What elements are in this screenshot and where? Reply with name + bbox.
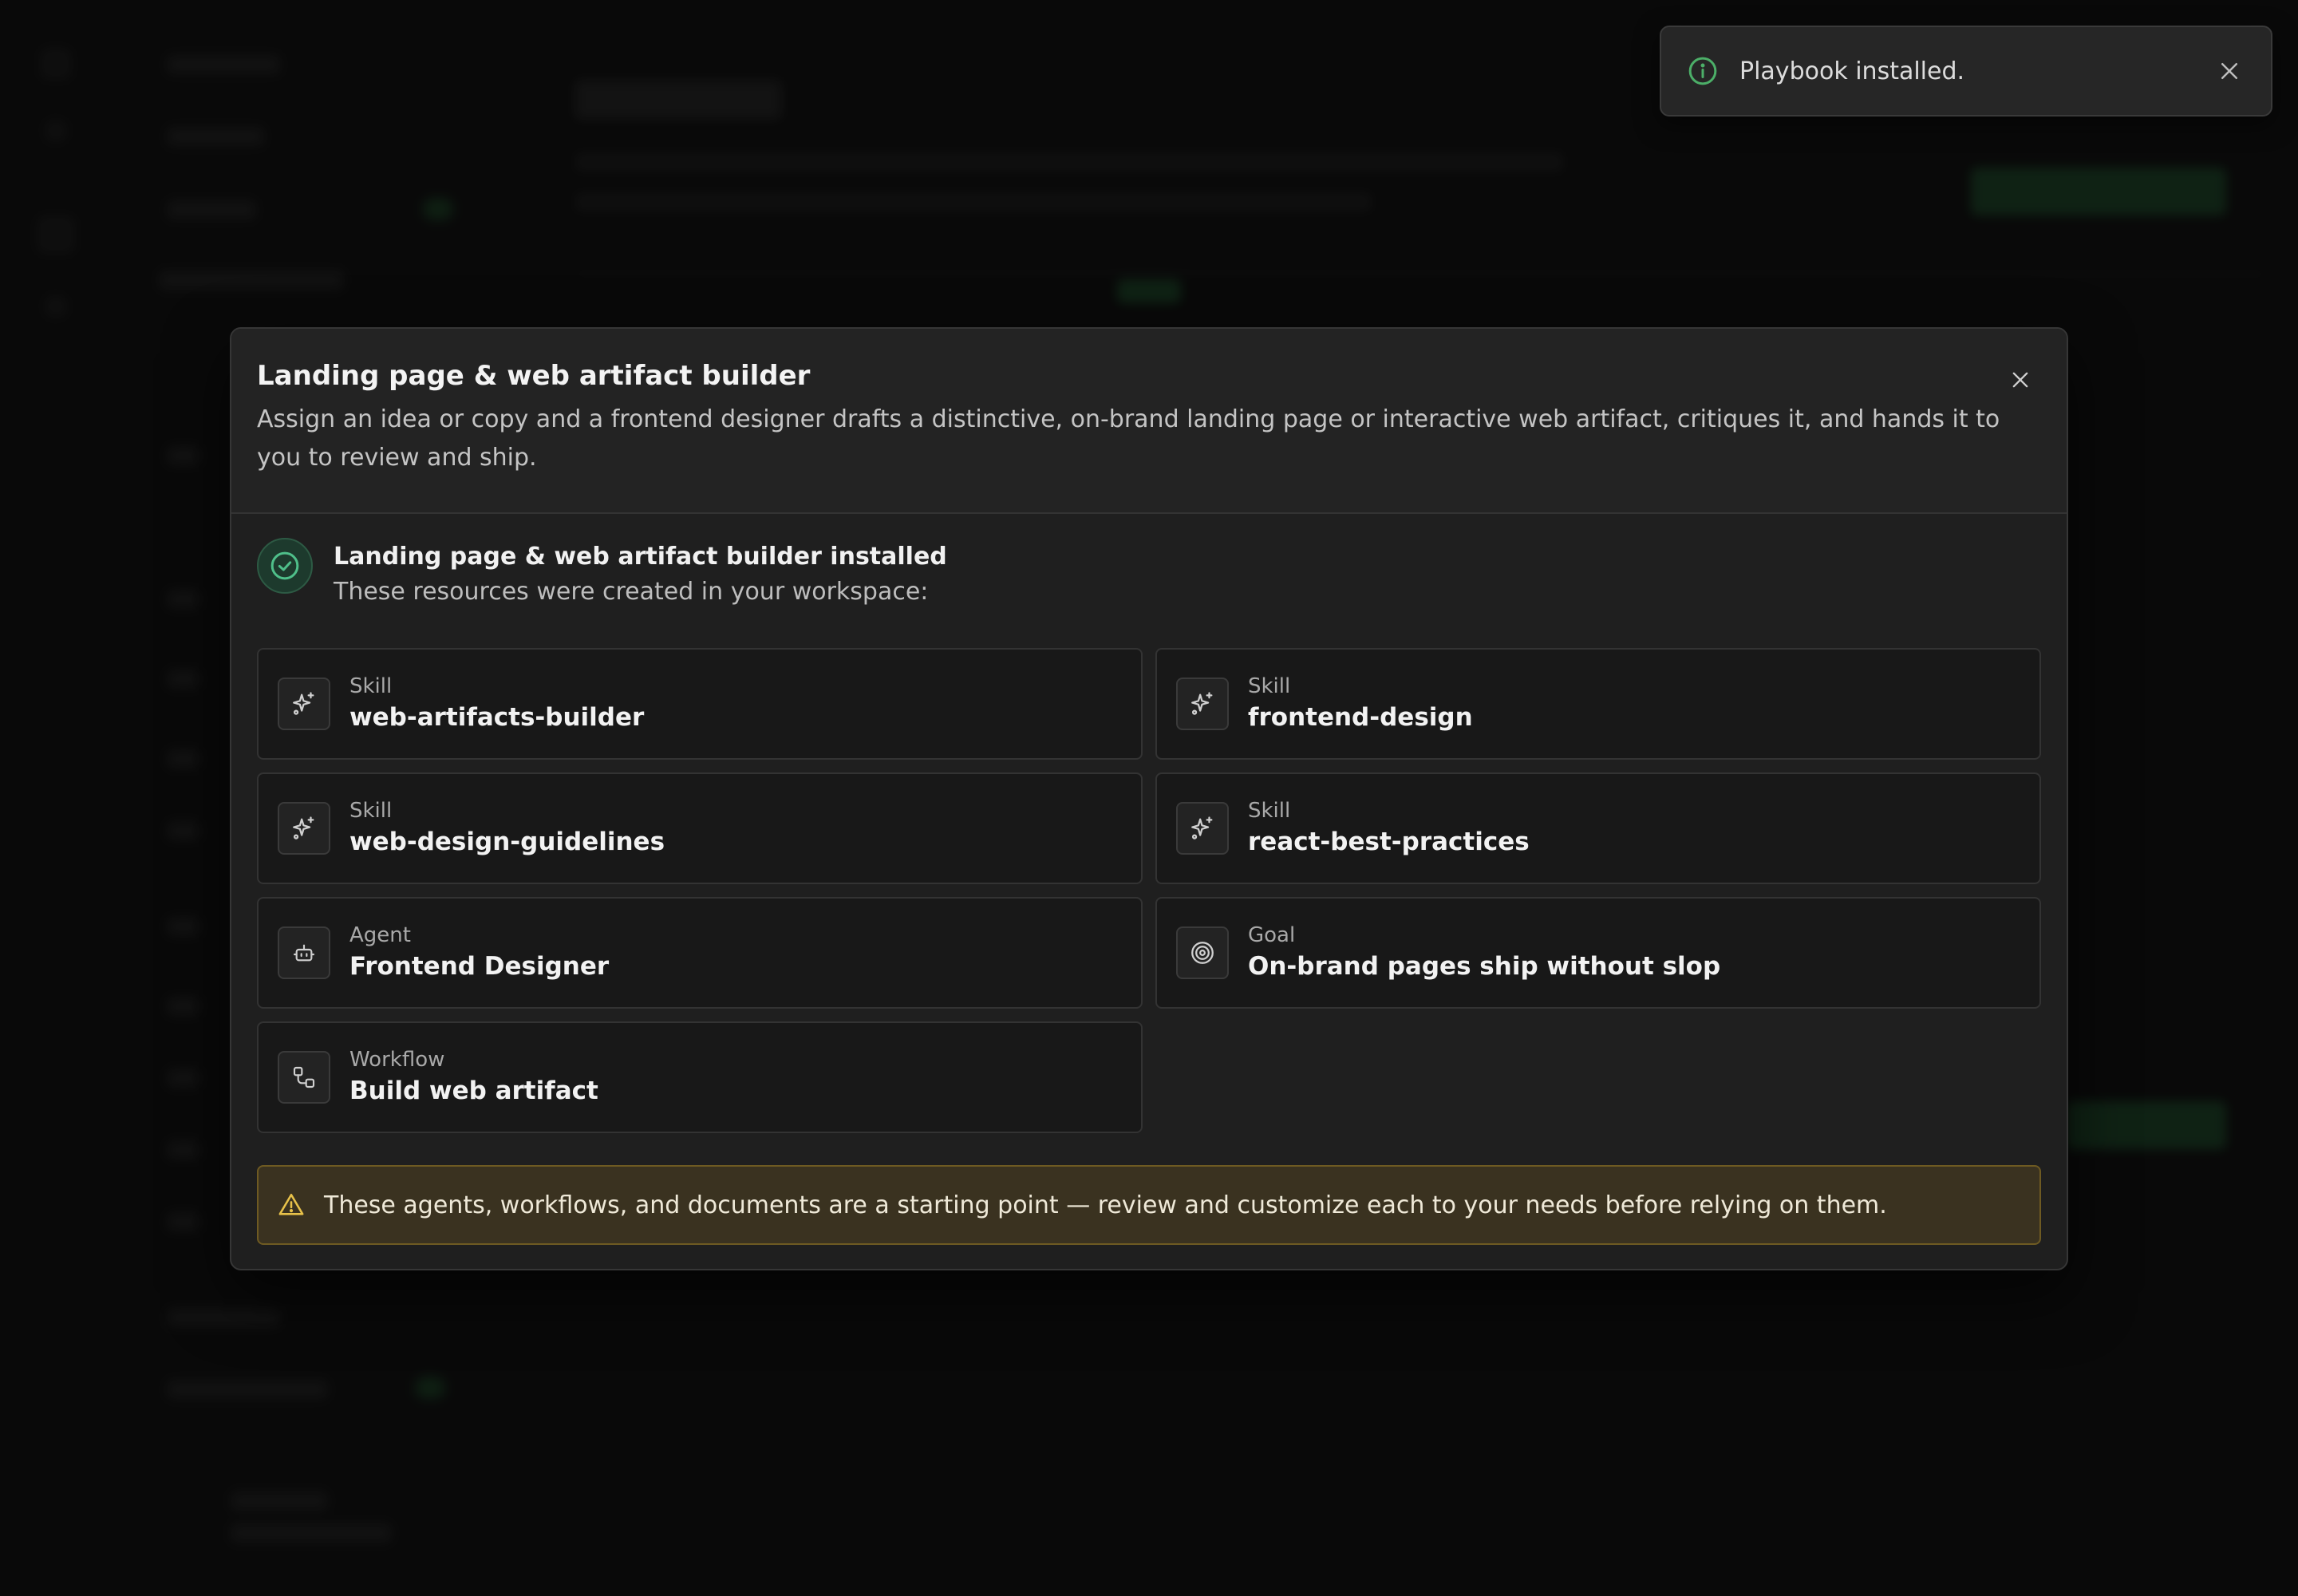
dialog-close-button[interactable] <box>2004 364 2036 396</box>
check-circle-icon <box>257 538 313 594</box>
customization-warning: These agents, workflows, and documents a… <box>257 1165 2041 1245</box>
resource-type: Goal <box>1248 923 1296 947</box>
sparkles-icon <box>1176 678 1229 730</box>
success-title: Landing page & web artifact builder inst… <box>334 543 947 571</box>
workflow-icon <box>278 1051 330 1104</box>
resource-name: web-artifacts-builder <box>349 703 645 732</box>
dialog-title: Landing page & web artifact builder <box>257 360 811 392</box>
resource-type: Agent <box>349 923 411 947</box>
sparkles-icon <box>278 802 330 855</box>
target-icon <box>1176 926 1229 979</box>
resource-name: react-best-practices <box>1248 828 1530 856</box>
info-icon <box>1687 55 1719 87</box>
playbook-installed-dialog: Landing page & web artifact builder Assi… <box>230 327 2068 1270</box>
resource-type: Skill <box>1248 674 1291 698</box>
dialog-header: Landing page & web artifact builder Assi… <box>231 329 2067 514</box>
resource-type: Skill <box>1248 799 1291 823</box>
close-icon <box>2221 63 2237 79</box>
resource-name: frontend-design <box>1248 703 1473 732</box>
resource-card[interactable]: Skill frontend-design <box>1155 648 2041 760</box>
resource-card[interactable]: Agent Frontend Designer <box>257 897 1143 1009</box>
resource-name: web-design-guidelines <box>349 828 665 856</box>
dialog-description: Assign an idea or copy and a frontend de… <box>257 405 2000 472</box>
sparkles-icon <box>1176 802 1229 855</box>
install-success-message: Landing page & web artifact builder inst… <box>257 538 947 611</box>
resource-type: Skill <box>349 799 393 823</box>
success-subtitle: These resources were created in your wor… <box>334 578 929 606</box>
resource-card[interactable]: Skill web-artifacts-builder <box>257 648 1143 760</box>
bot-icon <box>278 926 330 979</box>
sparkles-icon <box>278 678 330 730</box>
warning-text: These agents, workflows, and documents a… <box>324 1191 1887 1219</box>
resource-card[interactable]: Skill web-design-guidelines <box>257 772 1143 884</box>
resource-name: Frontend Designer <box>349 952 610 981</box>
warning-triangle-icon <box>278 1191 305 1219</box>
toast-notification: Playbook installed. <box>1660 26 2272 117</box>
resource-name: On-brand pages ship without slop <box>1248 952 1721 981</box>
resource-card[interactable]: Skill react-best-practices <box>1155 772 2041 884</box>
resource-type: Skill <box>349 674 393 698</box>
resource-type: Workflow <box>349 1048 445 1072</box>
resource-card[interactable]: Goal On-brand pages ship without slop <box>1155 897 2041 1009</box>
resource-name: Build web artifact <box>349 1077 598 1105</box>
close-icon <box>2012 372 2028 388</box>
resource-card[interactable]: Workflow Build web artifact <box>257 1021 1143 1133</box>
toast-close-button[interactable] <box>2213 55 2245 87</box>
toast-message: Playbook installed. <box>1739 57 1965 85</box>
